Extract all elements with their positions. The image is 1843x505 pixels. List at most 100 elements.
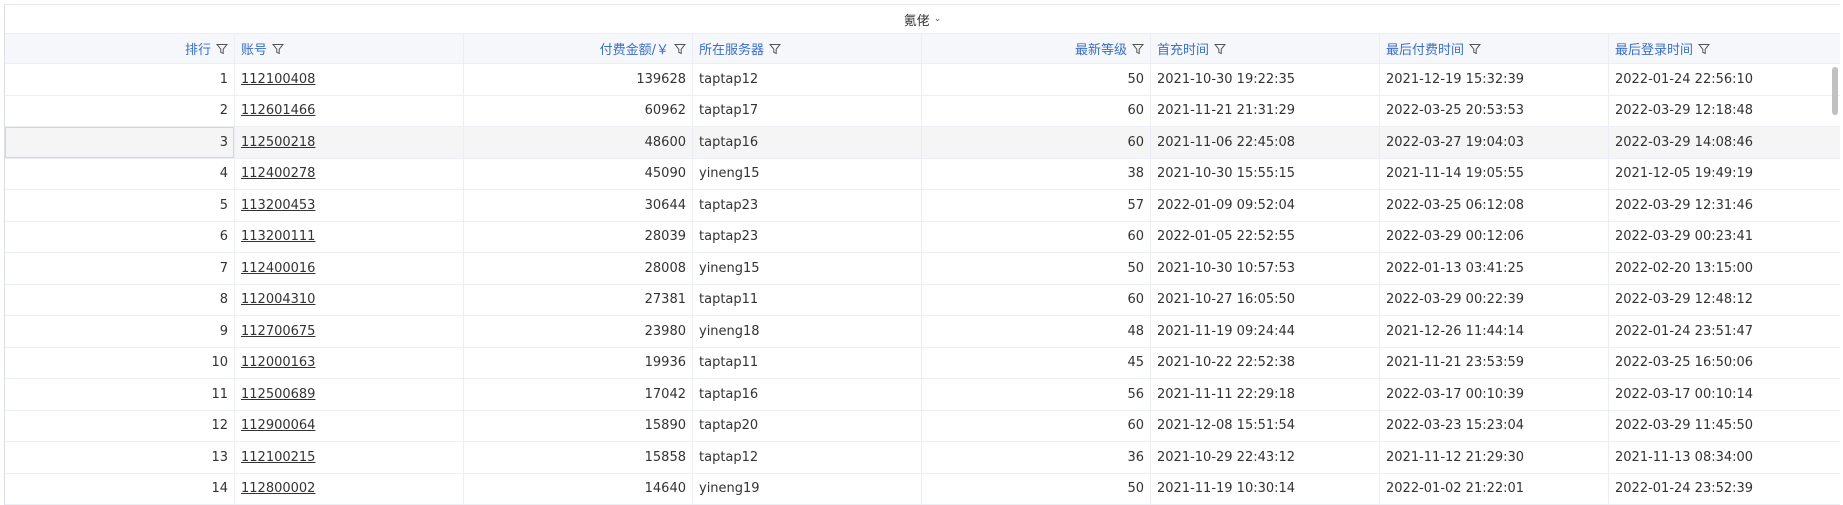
table-row[interactable]: 13 112100215 15858 taptap12 36 2021-10-29 22:… [5,442,1840,474]
table-row[interactable]: 2 112601466 60962 taptap17 60 2021-11-21 21:3… [5,95,1840,127]
account-link[interactable]: 112100408 [241,72,315,87]
table-row[interactable]: 3 112500218 48600 taptap16 60 2021-11-06 22:4… [5,127,1840,159]
filter-icon[interactable] [769,43,782,55]
col-header-level[interactable]: 最新等级 [922,34,1151,63]
account-link[interactable]: 112800002 [241,481,315,496]
cell-amount-value: 28039 [644,229,686,245]
cell-account[interactable]: 112700675 [235,316,464,347]
cell-account[interactable]: 112800002 [235,473,464,504]
filter-icon[interactable] [272,43,285,55]
cell-level-value: 38 [1127,166,1144,182]
cell-amount-value: 19936 [644,355,686,371]
table-row[interactable]: 7 112400016 28008 yineng15 50 2021-10-30 10:5… [5,253,1840,285]
cell-level-value: 50 [1127,260,1144,276]
cell-level-value: 60 [1127,418,1144,434]
cell-level-value: 60 [1127,103,1144,119]
cell-last-login: 2022-03-25 16:50:06 [1609,348,1840,379]
cell-last-login: 2022-01-24 22:56:10 [1609,64,1840,95]
filter-icon[interactable] [216,43,228,55]
cell-account[interactable]: 112400278 [235,158,464,189]
col-header-last-pay[interactable]: 最后付费时间 [1380,34,1609,63]
cell-account[interactable]: 112500218 [235,127,464,158]
account-link[interactable]: 112000163 [241,355,315,370]
account-link[interactable]: 112900064 [241,418,315,433]
cell-rank-value: 8 [219,292,228,308]
cell-amount: 45090 [464,158,693,189]
cell-first-pay: 2021-11-21 21:31:29 [1151,95,1380,126]
cell-account[interactable]: 113200453 [235,190,464,221]
account-link[interactable]: 112500689 [241,387,315,402]
account-link[interactable]: 112700675 [241,324,315,339]
account-link[interactable]: 112004310 [241,292,315,307]
cell-last-pay: 2022-03-29 00:22:39 [1380,284,1609,315]
account-link[interactable]: 113200453 [241,198,315,213]
cell-last-pay-value: 2021-11-12 21:29:30 [1386,449,1525,465]
table-row[interactable]: 6 113200111 28039 taptap23 60 2022-01-05 22:5… [5,221,1840,253]
cell-level: 57 [922,190,1151,221]
table-row[interactable]: 5 113200453 30644 taptap23 57 2022-01-09 09:5… [5,190,1840,222]
account-link[interactable]: 112601466 [241,103,315,118]
cell-last-pay: 2022-03-29 00:12:06 [1380,221,1609,252]
cell-amount: 14640 [464,473,693,504]
account-link[interactable]: 112400016 [241,261,315,276]
account-link[interactable]: 112400278 [241,166,315,181]
vertical-scrollbar[interactable] [1832,67,1838,115]
cell-account[interactable]: 112000163 [235,347,464,378]
cell-account[interactable]: 112100408 [235,64,464,95]
cell-first-pay-value: 2021-10-30 10:57:53 [1157,260,1296,276]
cell-last-login-value: 2022-03-29 14:08:46 [1615,134,1754,150]
cell-amount: 19936 [464,347,693,378]
table-row[interactable]: 10 112000163 19936 taptap11 45 2021-10-22 22:… [5,347,1840,379]
table-row[interactable]: 11 112500689 17042 taptap16 56 2021-11-11 22:… [5,379,1840,411]
cell-rank-value: 1 [219,71,228,87]
cell-server: taptap20 [693,410,922,441]
filter-icon[interactable] [1469,43,1482,55]
cell-rank-value: 13 [211,449,228,465]
col-header-first-pay[interactable]: 首充时间 [1151,34,1380,63]
cell-last-login-value: 2022-01-24 23:51:47 [1615,323,1754,339]
cell-account[interactable]: 112400016 [235,253,464,284]
cell-server: yineng19 [693,473,922,504]
table-row[interactable]: 12 112900064 15890 taptap20 60 2021-12-08 15:… [5,410,1840,442]
cell-first-pay: 2021-12-08 15:51:54 [1151,410,1380,441]
group-header[interactable]: 氪佬 ⌄ [5,5,1840,34]
cell-account[interactable]: 113200111 [235,221,464,252]
filter-icon[interactable] [1132,43,1144,55]
cell-amount: 28008 [464,253,693,284]
chevron-down-icon[interactable]: ⌄ [934,14,942,24]
filter-icon[interactable] [1214,43,1227,55]
account-link[interactable]: 112500218 [241,135,315,150]
table-row[interactable]: 4 112400278 45090 yineng15 38 2021-10-30 15:5… [5,158,1840,190]
cell-last-pay-value: 2022-03-27 19:04:03 [1386,134,1525,150]
cell-rank: 2 [5,95,235,126]
cell-amount-value: 15858 [644,449,686,465]
table-row[interactable]: 8 112004310 27381 taptap11 60 2021-10-27 16:0… [5,284,1840,316]
cell-level: 50 [922,64,1151,95]
filter-icon[interactable] [1698,43,1711,55]
cell-account[interactable]: 112004310 [235,284,464,315]
account-link[interactable]: 112100215 [241,450,315,465]
account-link[interactable]: 113200111 [241,229,315,244]
cell-first-pay: 2021-10-30 19:22:35 [1151,64,1380,95]
cell-account[interactable]: 112601466 [235,95,464,126]
table-row[interactable]: 9 112700675 23980 yineng18 48 2021-11-19 09:2… [5,316,1840,348]
cell-account[interactable]: 112100215 [235,442,464,473]
cell-account[interactable]: 112900064 [235,410,464,441]
cell-level: 45 [922,347,1151,378]
cell-account[interactable]: 112500689 [235,379,464,410]
table-row[interactable]: 1 112100408 139628 taptap12 50 2021-10-30 19:… [5,64,1840,96]
cell-last-login-value: 2022-01-24 22:56:10 [1615,71,1754,87]
col-header-label: 最新等级 [1074,43,1127,58]
filter-icon[interactable] [674,43,686,55]
cell-last-login: 2021-12-05 19:49:19 [1609,159,1840,190]
cell-last-login-value: 2022-02-20 13:15:00 [1615,260,1754,276]
col-header-server[interactable]: 所在服务器 [693,34,922,63]
col-header-rank[interactable]: 排行 [5,34,235,63]
col-header-amount[interactable]: 付费金额/￥ [464,34,693,63]
table-row[interactable]: 14 112800002 14640 yineng19 50 2021-11-19 10:… [5,473,1840,505]
cell-server-value: taptap16 [699,134,759,150]
cell-rank-value: 9 [219,323,228,339]
col-header-account[interactable]: 账号 [235,34,464,63]
col-header-last-login[interactable]: 最后登录时间 [1609,34,1840,63]
cell-last-pay: 2022-01-02 21:22:01 [1380,473,1609,504]
